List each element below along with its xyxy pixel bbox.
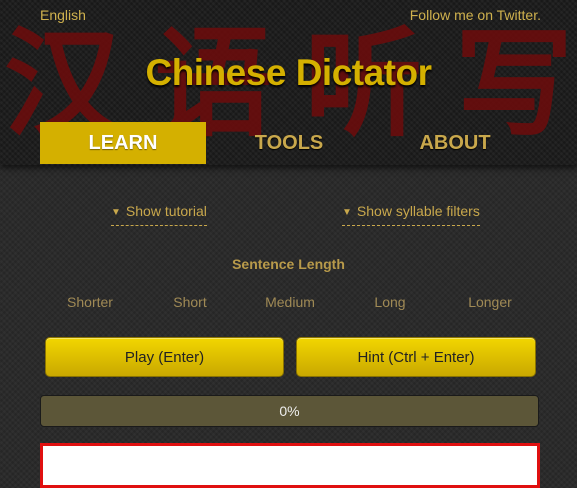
sentence-length-options: Shorter Short Medium Long Longer (40, 294, 540, 310)
length-option-shorter[interactable]: Shorter (40, 294, 140, 310)
progress-label: 0% (279, 403, 300, 419)
length-option-long[interactable]: Long (340, 294, 440, 310)
show-filters-label: Show syllable filters (356, 203, 480, 219)
play-button[interactable]: Play (Enter) (45, 337, 284, 377)
language-link[interactable]: English (40, 7, 86, 23)
caret-down-icon: ▼ (111, 207, 121, 218)
progress-bar: 0% (40, 395, 539, 427)
length-option-longer[interactable]: Longer (440, 294, 540, 310)
tab-about[interactable]: ABOUT (372, 122, 538, 164)
length-option-medium[interactable]: Medium (240, 294, 340, 310)
twitter-link[interactable]: Follow me on Twitter. (410, 7, 541, 23)
length-option-short[interactable]: Short (140, 294, 240, 310)
show-tutorial-toggle[interactable]: ▼ Show tutorial (111, 203, 207, 226)
show-syllable-filters-toggle[interactable]: ▼ Show syllable filters (342, 203, 480, 226)
main-nav: LEARN TOOLS ABOUT (40, 122, 538, 164)
show-tutorial-label: Show tutorial (125, 203, 207, 219)
sentence-length-title: Sentence Length (232, 256, 345, 272)
site-header: 汉 语 听 写 English Follow me on Twitter. Ch… (0, 0, 577, 165)
hint-button[interactable]: Hint (Ctrl + Enter) (296, 337, 536, 377)
tab-tools[interactable]: TOOLS (206, 122, 372, 164)
answer-input[interactable] (40, 443, 540, 488)
tab-learn[interactable]: LEARN (40, 122, 206, 164)
site-title: Chinese Dictator (145, 52, 432, 93)
caret-down-icon: ▼ (342, 207, 352, 218)
